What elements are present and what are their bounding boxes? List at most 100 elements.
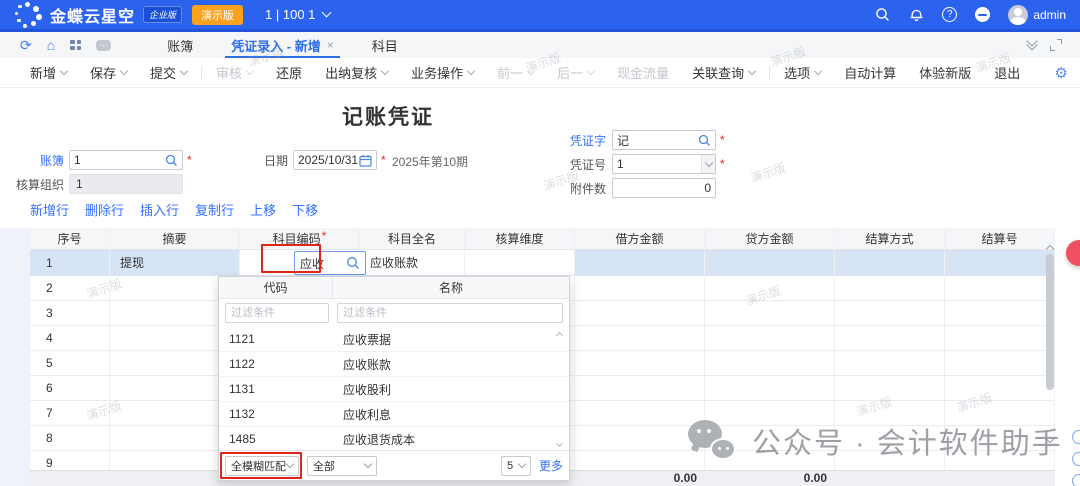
tab-bar: ⟳ ⌂ … 账簿 凭证录入 - 新增 × 科目 — [0, 32, 1080, 58]
required-mark: * — [381, 153, 386, 167]
more-link[interactable]: 更多 — [539, 457, 563, 474]
voucher-no-label: 凭证号 — [540, 156, 606, 173]
org-label: 核算组织 — [0, 176, 64, 193]
toolbar-divider — [201, 66, 202, 79]
tab-accounts[interactable]: 科目 — [360, 32, 410, 58]
close-tab-icon[interactable]: × — [327, 38, 334, 52]
lookup-row[interactable]: 1485 应收退货成本 — [219, 427, 569, 452]
move-down-link[interactable]: 下移 — [292, 200, 318, 219]
voucher-word-field[interactable] — [612, 130, 716, 150]
code-filter-input[interactable] — [225, 303, 329, 323]
lookup-search-icon[interactable] — [165, 154, 178, 167]
attachments-field[interactable] — [612, 178, 716, 198]
collapse-chevrons-icon[interactable] — [1028, 41, 1036, 49]
gear-icon[interactable]: ⚙ — [1055, 64, 1068, 82]
insert-row-link[interactable]: 插入行 — [140, 200, 179, 219]
grid-left-margin — [0, 228, 30, 486]
username: admin — [1033, 8, 1066, 22]
page-size-select[interactable]: 5 — [501, 456, 531, 476]
debit-cell[interactable] — [575, 250, 705, 275]
user-menu[interactable]: admin — [1008, 5, 1066, 25]
row-seq: 1 — [30, 250, 110, 275]
voucher-word-input[interactable] — [617, 133, 698, 147]
required-mark: * — [720, 157, 725, 171]
lookup-row[interactable]: 1121 应收票据 — [219, 327, 569, 352]
copy-row-link[interactable]: 复制行 — [195, 200, 234, 219]
annotation-box-match-mode — [220, 452, 302, 479]
dropdown-chevron-icon[interactable] — [701, 155, 715, 173]
floating-widget-icon[interactable] — [1072, 452, 1080, 466]
toolbar-submit-button[interactable]: 提交 — [150, 63, 187, 82]
toolbar-new-button[interactable]: 新增 — [30, 63, 67, 82]
name-filter-input[interactable] — [337, 303, 563, 323]
date-input[interactable] — [298, 153, 359, 167]
toolbar-next-button: 后一 — [557, 63, 594, 82]
account-book-input[interactable] — [74, 153, 165, 167]
tab-ledger[interactable]: 账簿 — [155, 32, 205, 58]
col-header-summary: 摘要 — [110, 228, 240, 249]
grid-vertical-scrollbar[interactable] — [1046, 254, 1054, 390]
account-book-field[interactable] — [69, 150, 183, 170]
toolbar-exit-button[interactable]: 退出 — [994, 63, 1020, 82]
total-credit: 0.00 — [705, 471, 835, 486]
toolbar-save-button[interactable]: 保存 — [90, 63, 127, 82]
voucher-no-field[interactable] — [612, 154, 716, 174]
col-header-credit: 贷方金额 — [705, 228, 835, 249]
scope-select[interactable]: 全部 — [307, 456, 377, 476]
search-icon[interactable] — [874, 7, 890, 23]
toolbar-audit-button: 审核 — [216, 63, 253, 82]
toolbar-related-query-button[interactable]: 关联查询 — [692, 63, 755, 82]
date-field[interactable] — [293, 150, 377, 170]
help-icon[interactable]: ? — [942, 7, 957, 22]
org-context-selector[interactable]: 1 | 100 1 — [265, 7, 330, 22]
home-icon[interactable]: ⌂ — [47, 38, 55, 52]
toolbar-options-button[interactable]: 选项 — [784, 63, 821, 82]
fullscreen-icon[interactable] — [1050, 39, 1062, 51]
credit-cell[interactable] — [705, 250, 835, 275]
lookup-row[interactable]: 1131 应收股利 — [219, 377, 569, 402]
floating-service-button[interactable] — [1066, 240, 1080, 266]
calendar-icon[interactable] — [359, 154, 372, 167]
toolbar-cashflow-button: 现金流量 — [617, 63, 669, 82]
message-bubble-icon[interactable]: … — [96, 40, 111, 51]
annotation-box-account-code — [261, 244, 321, 273]
lookup-filter-row — [219, 299, 569, 327]
account-name-cell[interactable]: 应收账款 — [360, 250, 465, 275]
toolbar-business-ops-button[interactable]: 业务操作 — [411, 63, 474, 82]
edition-badge: 企业版 — [143, 6, 182, 23]
delete-row-link[interactable]: 删除行 — [85, 200, 124, 219]
grid-row-1-selected[interactable]: 1 提现 应收账款 — [30, 250, 1055, 276]
move-up-link[interactable]: 上移 — [250, 200, 276, 219]
grid-header-row: 序号 摘要 科目编码* 科目全名 核算维度 借方金额 贷方金额 结算方式 结算号 — [30, 228, 1055, 250]
notification-bell-icon[interactable] — [908, 7, 924, 23]
add-row-link[interactable]: 新增行 — [30, 200, 69, 219]
settle-no-cell[interactable] — [945, 250, 1055, 275]
tab-voucher-entry-new[interactable]: 凭证录入 - 新增 × — [219, 32, 346, 58]
org-value: 1 — [69, 174, 183, 194]
col-header-debit: 借方金额 — [575, 228, 705, 249]
required-mark: * — [187, 153, 192, 167]
lookup-col-code: 代码 — [219, 277, 333, 298]
floating-widget-icon[interactable] — [1072, 430, 1080, 444]
floating-widget-icon[interactable] — [1072, 474, 1080, 486]
lookup-row[interactable]: 1122 应收账款 — [219, 352, 569, 377]
lookup-row[interactable]: 1132 应收利息 — [219, 402, 569, 427]
wechat-icon — [688, 420, 740, 462]
demo-watermark: 演示版 — [748, 159, 788, 186]
toolbar-auto-calc-button[interactable]: 自动计算 — [844, 63, 896, 82]
page-title: 记账凭证 — [48, 101, 728, 131]
col-header-seq: 序号 — [30, 228, 110, 249]
refresh-icon[interactable]: ⟳ — [20, 38, 32, 52]
theme-toggle-icon[interactable] — [975, 7, 990, 22]
account-lookup-icon[interactable] — [346, 256, 360, 270]
dimension-cell[interactable] — [465, 250, 575, 275]
settle-method-cell[interactable] — [835, 250, 945, 275]
summary-cell[interactable]: 提现 — [110, 250, 240, 275]
toolbar-try-new-version-button[interactable]: 体验新版 — [919, 63, 971, 82]
apps-grid-icon[interactable] — [70, 40, 81, 51]
voucher-no-input[interactable] — [617, 157, 697, 171]
lookup-search-icon[interactable] — [698, 134, 711, 147]
toolbar-cashier-review-button[interactable]: 出纳复核 — [325, 63, 388, 82]
toolbar-restore-button[interactable]: 还原 — [276, 63, 302, 82]
attachments-input[interactable] — [617, 181, 711, 195]
